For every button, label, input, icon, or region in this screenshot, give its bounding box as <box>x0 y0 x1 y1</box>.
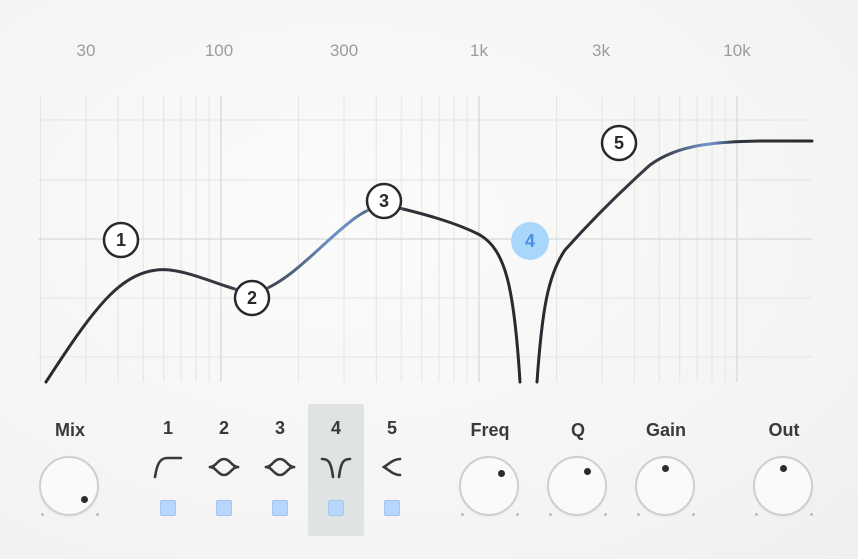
q-control: Q <box>548 420 608 441</box>
freq-label-1k: 1k <box>470 41 488 60</box>
freq-knob[interactable] <box>459 456 519 516</box>
band-select-3[interactable]: 3 <box>252 404 308 536</box>
q-label: Q <box>570 420 585 440</box>
mix-max-tick <box>96 513 99 516</box>
bell-icon <box>208 457 240 477</box>
eq-graph[interactable]: 30 100 300 1k 3k 10k 1 2 3 4 5 <box>0 0 858 559</box>
mix-knob-indicator <box>81 496 88 503</box>
high-pass-icon <box>153 456 183 479</box>
band-node-5-label: 5 <box>614 133 624 153</box>
band-node-3-label: 3 <box>379 191 389 211</box>
band-node-4[interactable]: 4 <box>511 222 549 260</box>
freq-label-300: 300 <box>330 41 358 60</box>
band-select-1-label: 1 <box>162 418 173 438</box>
q-min-tick <box>549 513 552 516</box>
band-select-2[interactable]: 2 <box>196 404 252 536</box>
out-control: Out <box>754 420 814 441</box>
band-enable-toggle-2[interactable] <box>216 500 232 516</box>
freq-label-30: 30 <box>77 41 96 60</box>
band-enable-toggle-4[interactable] <box>328 500 344 516</box>
mix-control: Mix <box>40 420 100 441</box>
eq-grid <box>38 96 812 382</box>
gain-knob-indicator <box>662 465 669 472</box>
notch-icon <box>320 457 352 479</box>
gain-max-tick <box>692 513 695 516</box>
freq-label: Freq <box>470 420 510 440</box>
band-select-5[interactable]: 5 <box>364 404 420 536</box>
band-node-1-label: 1 <box>116 230 126 250</box>
band-select-4[interactable]: 4 <box>308 404 364 536</box>
band-select-2-label: 2 <box>218 418 229 438</box>
gain-min-tick <box>637 513 640 516</box>
mix-label: Mix <box>54 420 85 440</box>
freq-label-10k: 10k <box>723 41 751 60</box>
band-select-5-label: 5 <box>386 418 397 438</box>
band-node-2[interactable]: 2 <box>233 279 271 317</box>
mix-knob[interactable] <box>39 456 99 516</box>
frequency-scale: 30 100 300 1k 3k 10k <box>77 41 752 60</box>
band-node-5[interactable]: 5 <box>600 124 638 162</box>
eq-response-curve-right[interactable] <box>535 139 814 384</box>
out-knob[interactable] <box>753 456 813 516</box>
bell-icon <box>264 457 296 477</box>
freq-knob-indicator <box>498 470 505 477</box>
band-node-4-label: 4 <box>525 231 535 251</box>
q-knob-indicator <box>584 468 591 475</box>
out-min-tick <box>755 513 758 516</box>
band-node-3[interactable]: 3 <box>365 182 403 220</box>
out-max-tick <box>810 513 813 516</box>
high-shelf-icon <box>381 457 402 477</box>
out-knob-indicator <box>780 465 787 472</box>
band-node-1[interactable]: 1 <box>102 221 140 259</box>
freq-label-100: 100 <box>205 41 233 60</box>
q-knob[interactable] <box>547 456 607 516</box>
band-node-2-label: 2 <box>247 288 257 308</box>
band-select-1[interactable]: 1 <box>140 404 196 536</box>
freq-max-tick <box>516 513 519 516</box>
band-enable-toggle-3[interactable] <box>272 500 288 516</box>
q-max-tick <box>604 513 607 516</box>
mix-min-tick <box>41 513 44 516</box>
band-select-3-label: 3 <box>274 418 285 438</box>
gain-control: Gain <box>636 420 696 441</box>
out-label: Out <box>768 420 800 440</box>
freq-control: Freq <box>460 420 520 441</box>
freq-label-3k: 3k <box>592 41 610 60</box>
freq-min-tick <box>461 513 464 516</box>
band-enable-toggle-1[interactable] <box>160 500 176 516</box>
band-enable-toggle-5[interactable] <box>384 500 400 516</box>
band-select-4-label: 4 <box>330 418 341 438</box>
gain-knob[interactable] <box>635 456 695 516</box>
gain-label: Gain <box>645 420 686 440</box>
